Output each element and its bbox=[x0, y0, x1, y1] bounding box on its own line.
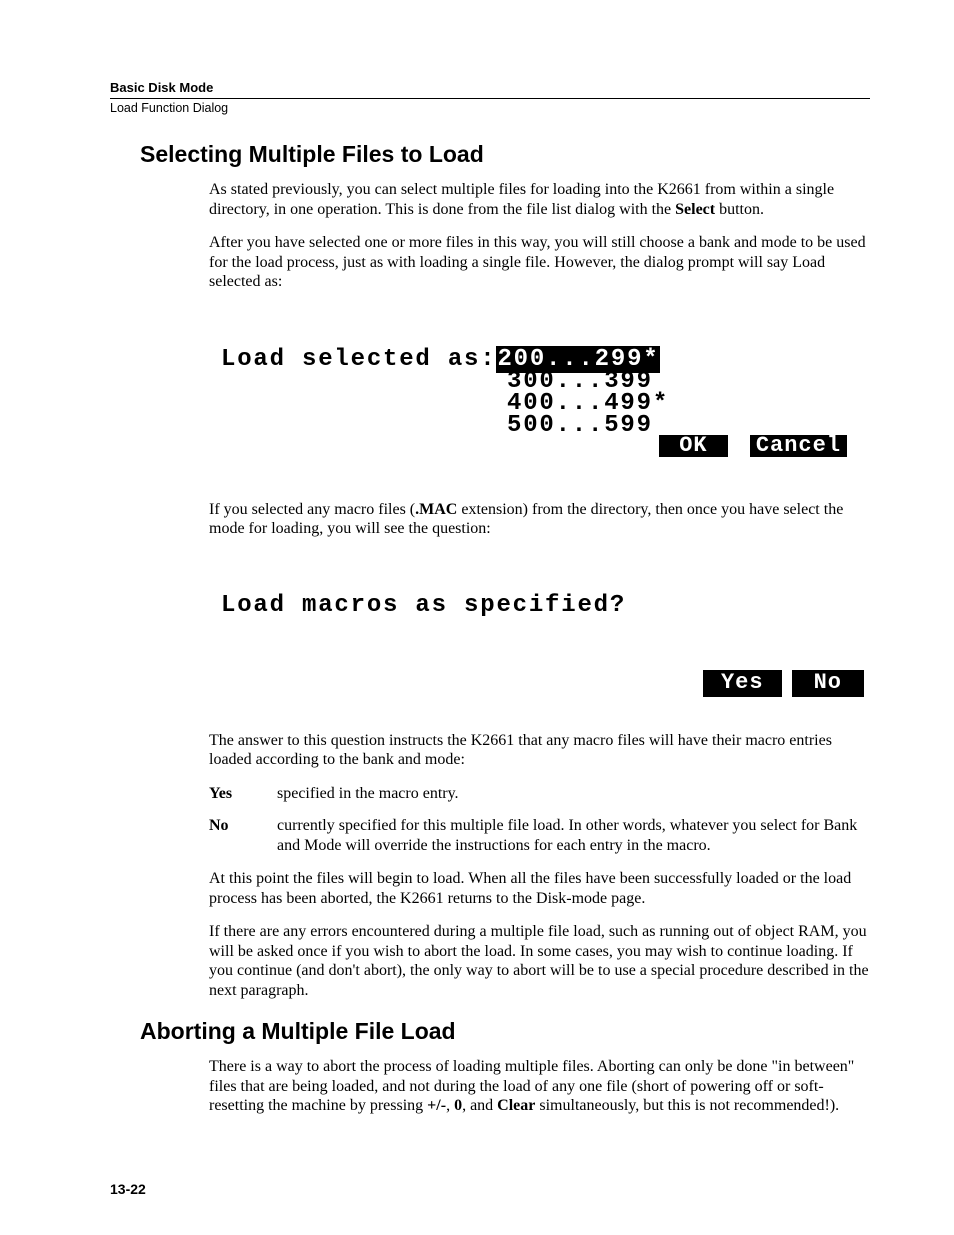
def-term: No bbox=[209, 816, 277, 855]
heading-aborting: Aborting a Multiple File Load bbox=[140, 1018, 870, 1045]
lcd-no-button: No bbox=[792, 670, 864, 697]
page-number: 13-22 bbox=[110, 1181, 146, 1197]
running-header: Basic Disk Mode Load Function Dialog bbox=[110, 80, 870, 115]
def-term: Yes bbox=[209, 784, 277, 804]
section-title: Load Function Dialog bbox=[110, 101, 870, 115]
def-text: specified in the macro entry. bbox=[277, 784, 870, 804]
lcd-load-selected: Load selected as:200...299* 300...399 40… bbox=[221, 348, 870, 456]
lcd-yes-no-row: Yes No bbox=[209, 670, 864, 697]
body-paragraph: There is a way to abort the process of l… bbox=[209, 1057, 870, 1116]
lcd-yes-button: Yes bbox=[703, 670, 782, 697]
def-row-no: No currently specified for this multiple… bbox=[209, 816, 870, 855]
body-paragraph: If there are any errors encountered duri… bbox=[209, 922, 870, 1000]
lcd-ok-button: OK bbox=[659, 435, 727, 457]
lcd-cancel-button: Cancel bbox=[750, 435, 847, 457]
body-paragraph: The answer to this question instructs th… bbox=[209, 731, 870, 770]
chapter-title: Basic Disk Mode bbox=[110, 80, 870, 95]
body-paragraph: As stated previously, you can select mul… bbox=[209, 180, 870, 219]
body-paragraph: At this point the files will begin to lo… bbox=[209, 869, 870, 908]
def-row-yes: Yes specified in the macro entry. bbox=[209, 784, 870, 804]
header-rule bbox=[110, 98, 870, 99]
lcd-load-macros-prompt: Load macros as specified? bbox=[221, 591, 870, 620]
def-text: currently specified for this multiple fi… bbox=[277, 816, 870, 855]
heading-selecting-files: Selecting Multiple Files to Load bbox=[140, 141, 870, 168]
body-paragraph: If you selected any macro files (.MAC ex… bbox=[209, 500, 870, 539]
definition-list: Yes specified in the macro entry. No cur… bbox=[209, 784, 870, 856]
body-paragraph: After you have selected one or more file… bbox=[209, 233, 870, 292]
